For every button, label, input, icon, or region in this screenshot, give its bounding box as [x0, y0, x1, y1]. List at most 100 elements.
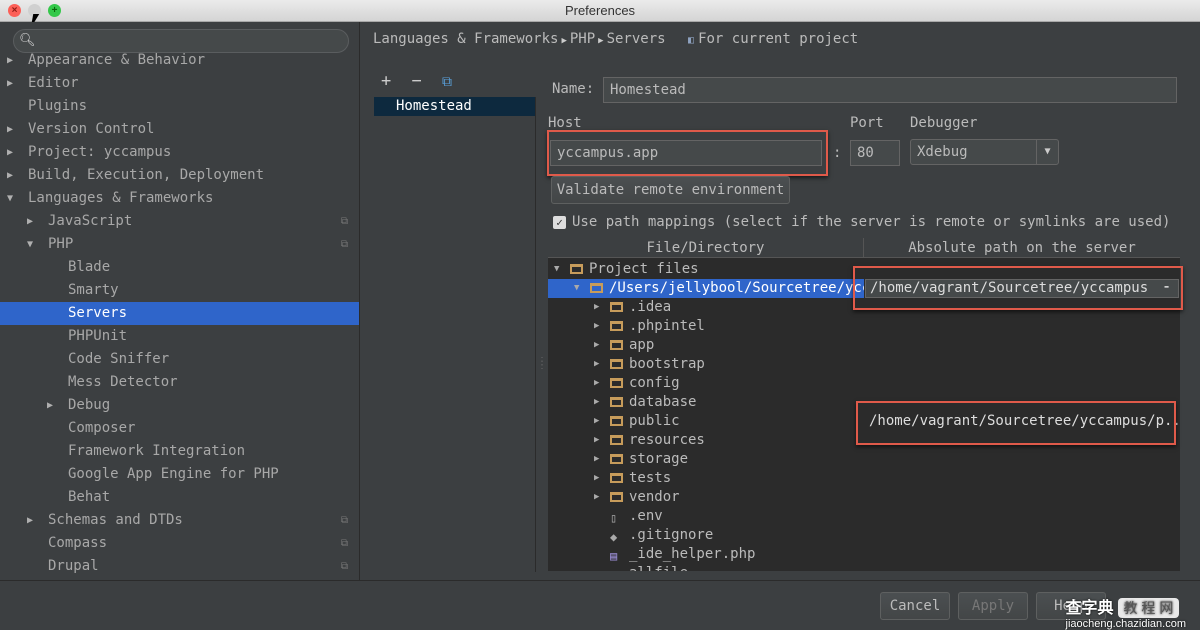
- mapping-row[interactable]: ▶ vendor: [548, 488, 1180, 507]
- cancel-button[interactable]: Cancel: [880, 592, 950, 620]
- sidebar-item[interactable]: ▶ Project: yccampus: [0, 141, 359, 164]
- collapse-arrow-icon[interactable]: ▶: [7, 72, 13, 95]
- sidebar-item[interactable]: PHPUnit: [0, 325, 359, 348]
- validate-remote-environment-button[interactable]: Validate remote environment: [551, 176, 790, 204]
- server-item-homestead[interactable]: Homestead: [374, 97, 535, 116]
- mapping-row[interactable]: ▯ .env: [548, 507, 1180, 526]
- debugger-select[interactable]: Xdebug ▼: [910, 139, 1059, 165]
- copy-server-button[interactable]: ⧉: [442, 74, 452, 90]
- mapping-row[interactable]: ▶ storage: [548, 450, 1180, 469]
- mapping-row[interactable]: ▯ allfile: [548, 564, 1180, 571]
- remove-server-button[interactable]: −: [412, 71, 422, 91]
- expand-arrow-icon[interactable]: ▼: [574, 279, 579, 298]
- local-path-name: .env: [629, 508, 663, 524]
- expand-arrow-icon[interactable]: ▼: [27, 233, 33, 256]
- local-path-cell[interactable]: ▯ .env: [548, 507, 864, 526]
- folder-icon: [610, 302, 623, 312]
- sidebar-item[interactable]: Google App Engine for PHP: [0, 463, 359, 486]
- collapse-arrow-icon[interactable]: ▶: [594, 488, 599, 507]
- collapse-arrow-icon[interactable]: ▶: [594, 469, 599, 488]
- sidebar-item[interactable]: Smarty: [0, 279, 359, 302]
- local-path-cell[interactable]: ▶ .idea: [548, 298, 864, 317]
- sidebar-item[interactable]: ▶ Editor: [0, 72, 359, 95]
- use-path-mappings-checkbox[interactable]: ✓: [553, 216, 566, 229]
- expand-arrow-icon[interactable]: ▼: [7, 187, 13, 210]
- apply-button[interactable]: Apply: [958, 592, 1028, 620]
- sidebar-item[interactable]: Compass ⧉: [0, 532, 359, 555]
- local-path-cell[interactable]: ▶ bootstrap: [548, 355, 864, 374]
- highlight-box: [856, 401, 1176, 445]
- collapse-arrow-icon[interactable]: ▶: [594, 450, 599, 469]
- sidebar-item-label: Composer: [68, 420, 136, 436]
- sidebar-item[interactable]: Framework Integration: [0, 440, 359, 463]
- sidebar-item[interactable]: Plugins: [0, 95, 359, 118]
- local-path-cell[interactable]: ▼ /Users/jellybool/Sourcetree/yccampus: [548, 279, 864, 298]
- folder-icon: [610, 397, 623, 407]
- sidebar-item[interactable]: Behat: [0, 486, 359, 509]
- local-path-name: database: [629, 394, 697, 410]
- sidebar-item[interactable]: ▼ PHP ⧉: [0, 233, 359, 256]
- debugger-label: Debugger: [910, 115, 978, 131]
- sidebar-item[interactable]: Composer: [0, 417, 359, 440]
- mapping-row[interactable]: ▶ tests: [548, 469, 1180, 488]
- mapping-row[interactable]: ▶ app: [548, 336, 1180, 355]
- local-path-cell[interactable]: ▶ public: [548, 412, 864, 431]
- collapse-arrow-icon[interactable]: ▶: [594, 317, 599, 336]
- mapping-row[interactable]: ▶ .phpintel: [548, 317, 1180, 336]
- mapping-row[interactable]: ◆ .gitignore: [548, 526, 1180, 545]
- local-path-cell[interactable]: ▶ .phpintel: [548, 317, 864, 336]
- collapse-arrow-icon[interactable]: ▶: [7, 49, 13, 72]
- local-path-cell[interactable]: ▯ allfile: [548, 564, 864, 571]
- local-path-cell[interactable]: ▶ app: [548, 336, 864, 355]
- sidebar-item-label: Mess Detector: [68, 374, 178, 390]
- collapse-arrow-icon[interactable]: ▶: [27, 210, 33, 233]
- sidebar-item[interactable]: Mess Detector: [0, 371, 359, 394]
- sidebar-item-label: Framework Integration: [68, 443, 246, 459]
- local-path-cell[interactable]: ▶ config: [548, 374, 864, 393]
- add-server-button[interactable]: +: [381, 71, 391, 91]
- local-path-cell[interactable]: ▤ _ide_helper.php: [548, 545, 864, 564]
- collapse-arrow-icon[interactable]: ▶: [594, 412, 599, 431]
- collapse-arrow-icon[interactable]: ▶: [7, 141, 13, 164]
- collapse-arrow-icon[interactable]: ▶: [7, 164, 13, 187]
- collapse-arrow-icon[interactable]: ▶: [594, 374, 599, 393]
- expand-arrow-icon[interactable]: ▼: [554, 260, 559, 279]
- mapping-row[interactable]: ▶ config: [548, 374, 1180, 393]
- collapse-arrow-icon[interactable]: ▶: [27, 509, 33, 532]
- dialog-footer: Cancel Apply Help: [0, 580, 1200, 624]
- collapse-arrow-icon[interactable]: ▶: [594, 431, 599, 450]
- sidebar-item[interactable]: ▶ Build, Execution, Deployment: [0, 164, 359, 187]
- collapse-arrow-icon[interactable]: ▶: [47, 394, 53, 417]
- local-path-cell[interactable]: ▶ database: [548, 393, 864, 412]
- local-path-cell[interactable]: ▶ storage: [548, 450, 864, 469]
- local-path-cell[interactable]: ▶ resources: [548, 431, 864, 450]
- collapse-arrow-icon[interactable]: ▶: [594, 355, 599, 374]
- sidebar-item[interactable]: ▶ Schemas and DTDs ⧉: [0, 509, 359, 532]
- collapse-arrow-icon[interactable]: ▶: [594, 336, 599, 355]
- sidebar-item[interactable]: Drupal ⧉: [0, 555, 359, 578]
- name-input[interactable]: Homestead: [603, 77, 1177, 103]
- sidebar-item[interactable]: ▶ Version Control: [0, 118, 359, 141]
- sidebar-item[interactable]: ▶ JavaScript ⧉: [0, 210, 359, 233]
- sidebar-item[interactable]: ▶ Appearance & Behavior: [0, 49, 359, 72]
- collapse-arrow-icon[interactable]: ▶: [7, 118, 13, 141]
- local-path-cell[interactable]: ▶ vendor: [548, 488, 864, 507]
- local-path-cell[interactable]: ◆ .gitignore: [548, 526, 864, 545]
- local-path-cell[interactable]: ▶ tests: [548, 469, 864, 488]
- sidebar-item[interactable]: Blade: [0, 256, 359, 279]
- collapse-arrow-icon[interactable]: ▶: [594, 298, 599, 317]
- local-path-cell[interactable]: ▼ Project files: [548, 260, 864, 279]
- column-header-file-directory[interactable]: File/Directory: [548, 238, 864, 258]
- mapping-row[interactable]: ▶ bootstrap: [548, 355, 1180, 374]
- sidebar-item[interactable]: Code Sniffer: [0, 348, 359, 371]
- sidebar-item[interactable]: ▼ Languages & Frameworks: [0, 187, 359, 210]
- sidebar-item[interactable]: ▶ Debug: [0, 394, 359, 417]
- folder-icon: [610, 473, 623, 483]
- column-header-server-path[interactable]: Absolute path on the server: [864, 238, 1180, 258]
- port-input[interactable]: 80: [850, 140, 900, 166]
- text-file-icon: ▯: [610, 566, 617, 571]
- sidebar-item[interactable]: Servers: [0, 302, 359, 325]
- collapse-arrow-icon[interactable]: ▶: [594, 393, 599, 412]
- mapping-row[interactable]: ▤ _ide_helper.php: [548, 545, 1180, 564]
- splitter-handle[interactable]: ⋮ ⋮: [537, 357, 547, 371]
